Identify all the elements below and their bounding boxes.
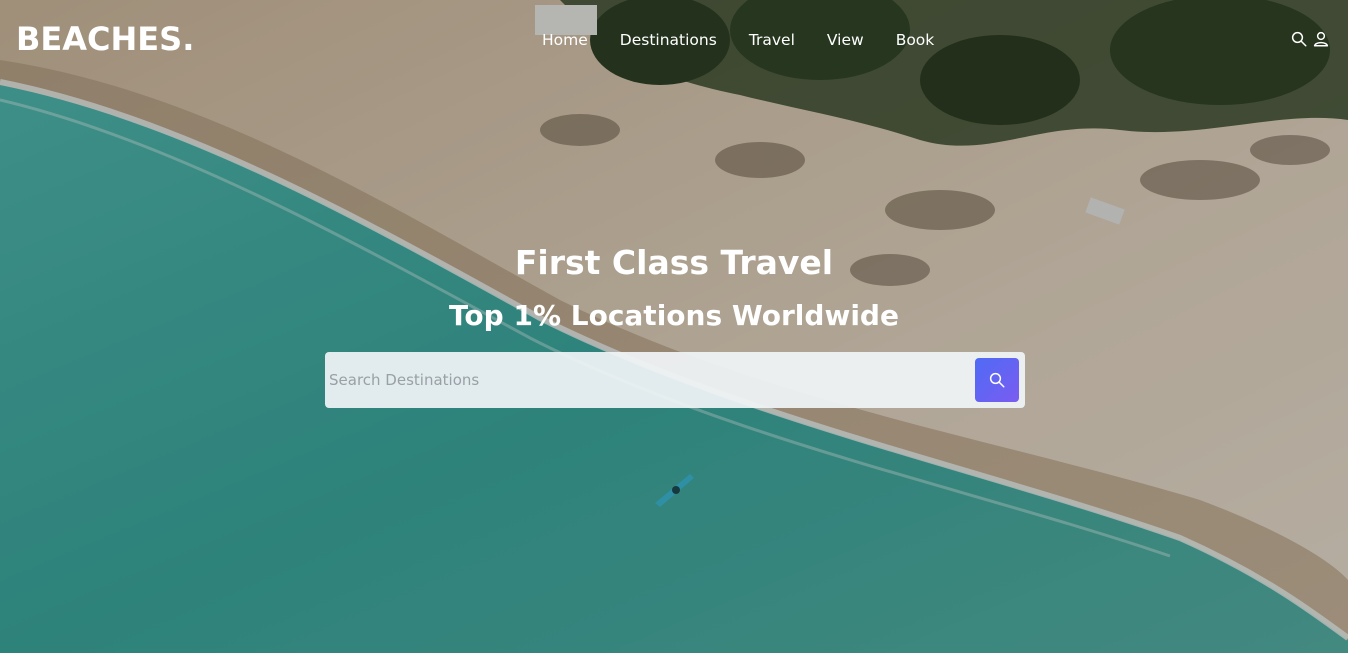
hero-subtitle: Top 1% Locations Worldwide bbox=[449, 299, 899, 332]
nav-link-destinations[interactable]: Destinations bbox=[609, 28, 728, 52]
nav-link-book[interactable]: Book bbox=[885, 28, 946, 52]
destination-search-box bbox=[325, 352, 1025, 408]
hero-content: First Class Travel Top 1% Locations Worl… bbox=[0, 240, 1348, 338]
search-icon[interactable] bbox=[1290, 30, 1308, 48]
top-navbar: BEACHES. Home Destinations Travel View B… bbox=[0, 0, 1348, 80]
main-nav: Home Destinations Travel View Book bbox=[531, 28, 945, 52]
nav-icon-group bbox=[1290, 30, 1330, 48]
nav-link-home[interactable]: Home bbox=[531, 28, 599, 52]
hero-section: BEACHES. Home Destinations Travel View B… bbox=[0, 0, 1348, 653]
nav-link-travel[interactable]: Travel bbox=[738, 28, 806, 52]
user-icon[interactable] bbox=[1312, 30, 1330, 48]
hero-title: First Class Travel bbox=[514, 243, 834, 282]
search-button[interactable] bbox=[975, 358, 1019, 402]
search-destinations-input[interactable] bbox=[329, 358, 969, 402]
site-logo[interactable]: BEACHES. bbox=[16, 20, 194, 58]
nav-link-view[interactable]: View bbox=[816, 28, 875, 52]
search-icon bbox=[989, 372, 1005, 388]
